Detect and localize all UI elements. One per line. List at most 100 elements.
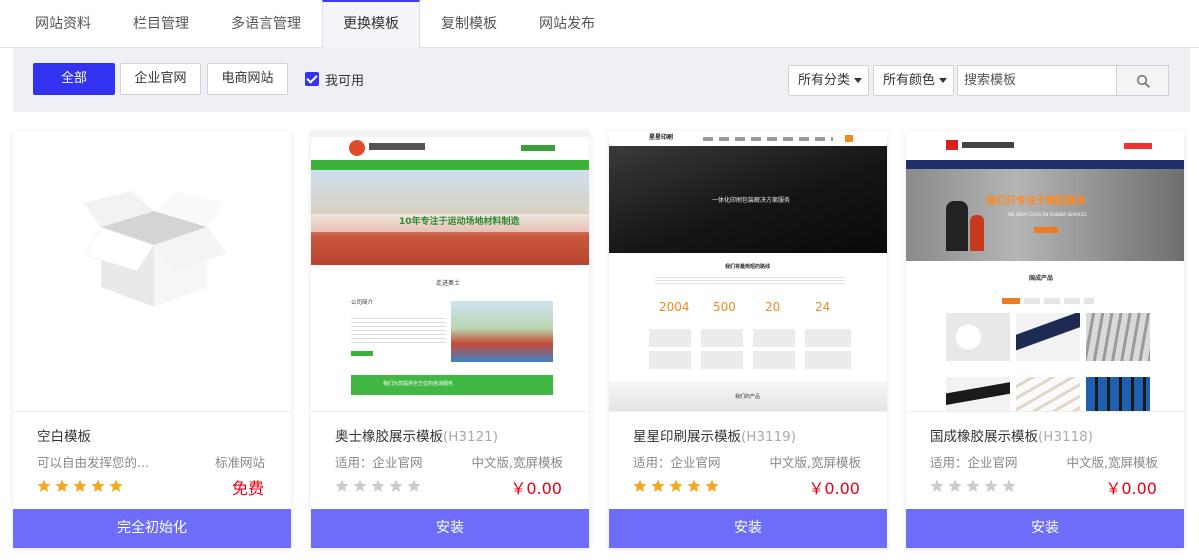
template-thumbnail[interactable]: 星星印刷 一体化印刷包装解决方案服务 我们将最简短的路线 2004 500 20… <box>609 131 887 412</box>
chevron-down-icon <box>939 78 948 83</box>
preview-logo-text <box>369 143 425 150</box>
template-version: 中文版,宽屏模板 <box>769 455 861 470</box>
preview-tile <box>753 351 795 369</box>
template-title: 奥士橡胶展示模板(H3121) <box>335 429 499 445</box>
preview-stat: 20 <box>765 300 781 314</box>
preview-tab-active <box>1002 298 1020 304</box>
preview-logo-text <box>962 142 1014 148</box>
install-button[interactable]: 安装 <box>906 509 1184 548</box>
preview-product-image <box>946 313 1010 361</box>
logo-icon <box>349 140 365 156</box>
template-applicable: 适用：企业官网 <box>335 455 423 470</box>
preview-banner: 10年专注于运动场地材料制造 <box>311 170 589 265</box>
preview-contact-strip: 我们为您提供全方位的咨询服务 <box>351 375 553 395</box>
star-icon <box>705 479 719 492</box>
tab-publish-site[interactable]: 网站发布 <box>518 0 616 48</box>
filter-all-button[interactable]: 全部 <box>33 63 115 95</box>
category-dropdown[interactable]: 所有分类 <box>788 65 869 96</box>
template-price: ￥0.00 <box>808 479 860 498</box>
preview-product-image <box>1016 377 1080 411</box>
preview-banner-text: 10年专注于运动场地材料制造 <box>399 217 520 227</box>
full-init-button[interactable]: 完全初始化 <box>13 509 291 548</box>
logo-icon <box>946 140 958 150</box>
top-tabs: 网站资料 栏目管理 多语言管理 更换模板 复制模板 网站发布 <box>0 0 1199 49</box>
template-applicable: 适用：企业官网 <box>633 455 721 470</box>
template-thumbnail[interactable]: 我们只专注于橡胶服务 WE ONLY FOCUS ON RUBBER SERVI… <box>906 131 1184 412</box>
star-icon <box>371 479 385 492</box>
preview-banner-text: 我们只专注于橡胶服务 <box>986 196 1086 207</box>
tab-column-manage[interactable]: 栏目管理 <box>112 0 210 48</box>
star-icon <box>669 479 683 492</box>
install-button[interactable]: 安装 <box>609 509 887 548</box>
template-title: 空白模板 <box>37 429 91 445</box>
preview-banner: 我们只专注于橡胶服务 WE ONLY FOCUS ON RUBBER SERVI… <box>906 169 1184 261</box>
template-card[interactable]: 10年专注于运动场地材料制造 走进奥士 公司简介 我们为您提供全方位的咨询服务 … <box>311 131 589 548</box>
available-checkbox[interactable]: 我可用 <box>305 71 364 89</box>
color-dropdown-label: 所有颜色 <box>883 73 936 88</box>
template-title: 国成橡胶展示模板(H3118) <box>930 429 1094 445</box>
preview-section-title: 国成产品 <box>1029 275 1054 282</box>
preview-tabs <box>1024 298 1094 304</box>
preview-more-button <box>351 351 373 356</box>
template-thumbnail[interactable] <box>13 131 291 412</box>
install-button[interactable]: 安装 <box>311 509 589 548</box>
star-icon <box>1002 479 1016 492</box>
preview-tile <box>805 351 851 369</box>
preview-products-strip: 我们的产品 <box>609 381 887 411</box>
preview-nav <box>906 160 1184 169</box>
tab-copy-template[interactable]: 复制模板 <box>420 0 518 48</box>
template-card[interactable]: 星星印刷 一体化印刷包装解决方案服务 我们将最简短的路线 2004 500 20… <box>609 131 887 548</box>
template-card[interactable]: 我们只专注于橡胶服务 WE ONLY FOCUS ON RUBBER SERVI… <box>906 131 1184 548</box>
color-dropdown[interactable]: 所有颜色 <box>873 65 954 96</box>
filter-bar: 全部 企业官网 电商网站 我可用 所有分类 所有颜色 <box>13 48 1190 112</box>
checkbox-checked-icon[interactable] <box>305 72 319 86</box>
preview-stat: 24 <box>815 300 831 314</box>
template-type: 标准网站 <box>214 455 265 470</box>
preview-text-lines <box>351 315 446 345</box>
tab-site-info[interactable]: 网站资料 <box>14 0 112 48</box>
preview-stat: 500 <box>713 300 736 314</box>
template-description: 可以自由发挥您的... <box>37 455 149 470</box>
tab-change-template[interactable]: 更换模板 <box>322 0 420 49</box>
preview-hotline <box>1124 143 1152 149</box>
preview-section-title: 走进奥士 <box>436 280 461 287</box>
template-price: ￥0.00 <box>1105 479 1157 498</box>
rating-stars <box>930 479 1016 493</box>
template-applicable: 适用：企业官网 <box>930 455 1018 470</box>
rating-stars <box>335 479 421 493</box>
preview-banner-subtext: WE ONLY FOCUS ON RUBBER SERVICES <box>1008 212 1087 217</box>
filter-ecommerce-button[interactable]: 电商网站 <box>207 63 288 95</box>
rating-stars <box>37 479 123 493</box>
preview-tile <box>701 329 743 347</box>
filter-enterprise-button[interactable]: 企业官网 <box>120 63 201 95</box>
template-thumbnail[interactable]: 10年专注于运动场地材料制造 走进奥士 公司简介 我们为您提供全方位的咨询服务 <box>311 131 589 412</box>
category-dropdown-label: 所有分类 <box>798 73 851 88</box>
preview-tile <box>753 329 795 347</box>
template-price: 免费 <box>231 479 264 498</box>
star-icon <box>73 479 87 492</box>
preview-banner: 一体化印刷包装解决方案服务 <box>609 146 887 253</box>
star-icon <box>930 479 944 492</box>
empty-box-icon <box>83 191 227 307</box>
preview-tile <box>649 329 691 347</box>
template-version: 中文版,宽屏模板 <box>1066 455 1158 470</box>
template-price: ￥0.00 <box>510 479 562 498</box>
star-icon <box>335 479 349 492</box>
search-button[interactable] <box>1116 65 1169 96</box>
search-input[interactable] <box>957 65 1117 96</box>
preview-section-title: 我们将最简短的路线 <box>725 264 771 270</box>
template-title: 星星印刷展示模板(H3119) <box>633 429 797 445</box>
preview-tile <box>805 329 851 347</box>
template-version: 中文版,宽屏模板 <box>471 455 563 470</box>
preview-about-image <box>451 301 553 362</box>
preview-search-box <box>845 135 853 142</box>
preview-product-image <box>1086 313 1150 361</box>
search-icon <box>1136 74 1150 88</box>
star-icon <box>353 479 367 492</box>
star-icon <box>687 479 701 492</box>
preview-product-image <box>1016 313 1080 361</box>
star-icon <box>651 479 665 492</box>
template-card[interactable]: 空白模板 可以自由发挥您的... 标准网站 免费 完全初始化 <box>13 131 291 548</box>
tab-language-manage[interactable]: 多语言管理 <box>210 0 322 48</box>
star-icon <box>984 479 998 492</box>
